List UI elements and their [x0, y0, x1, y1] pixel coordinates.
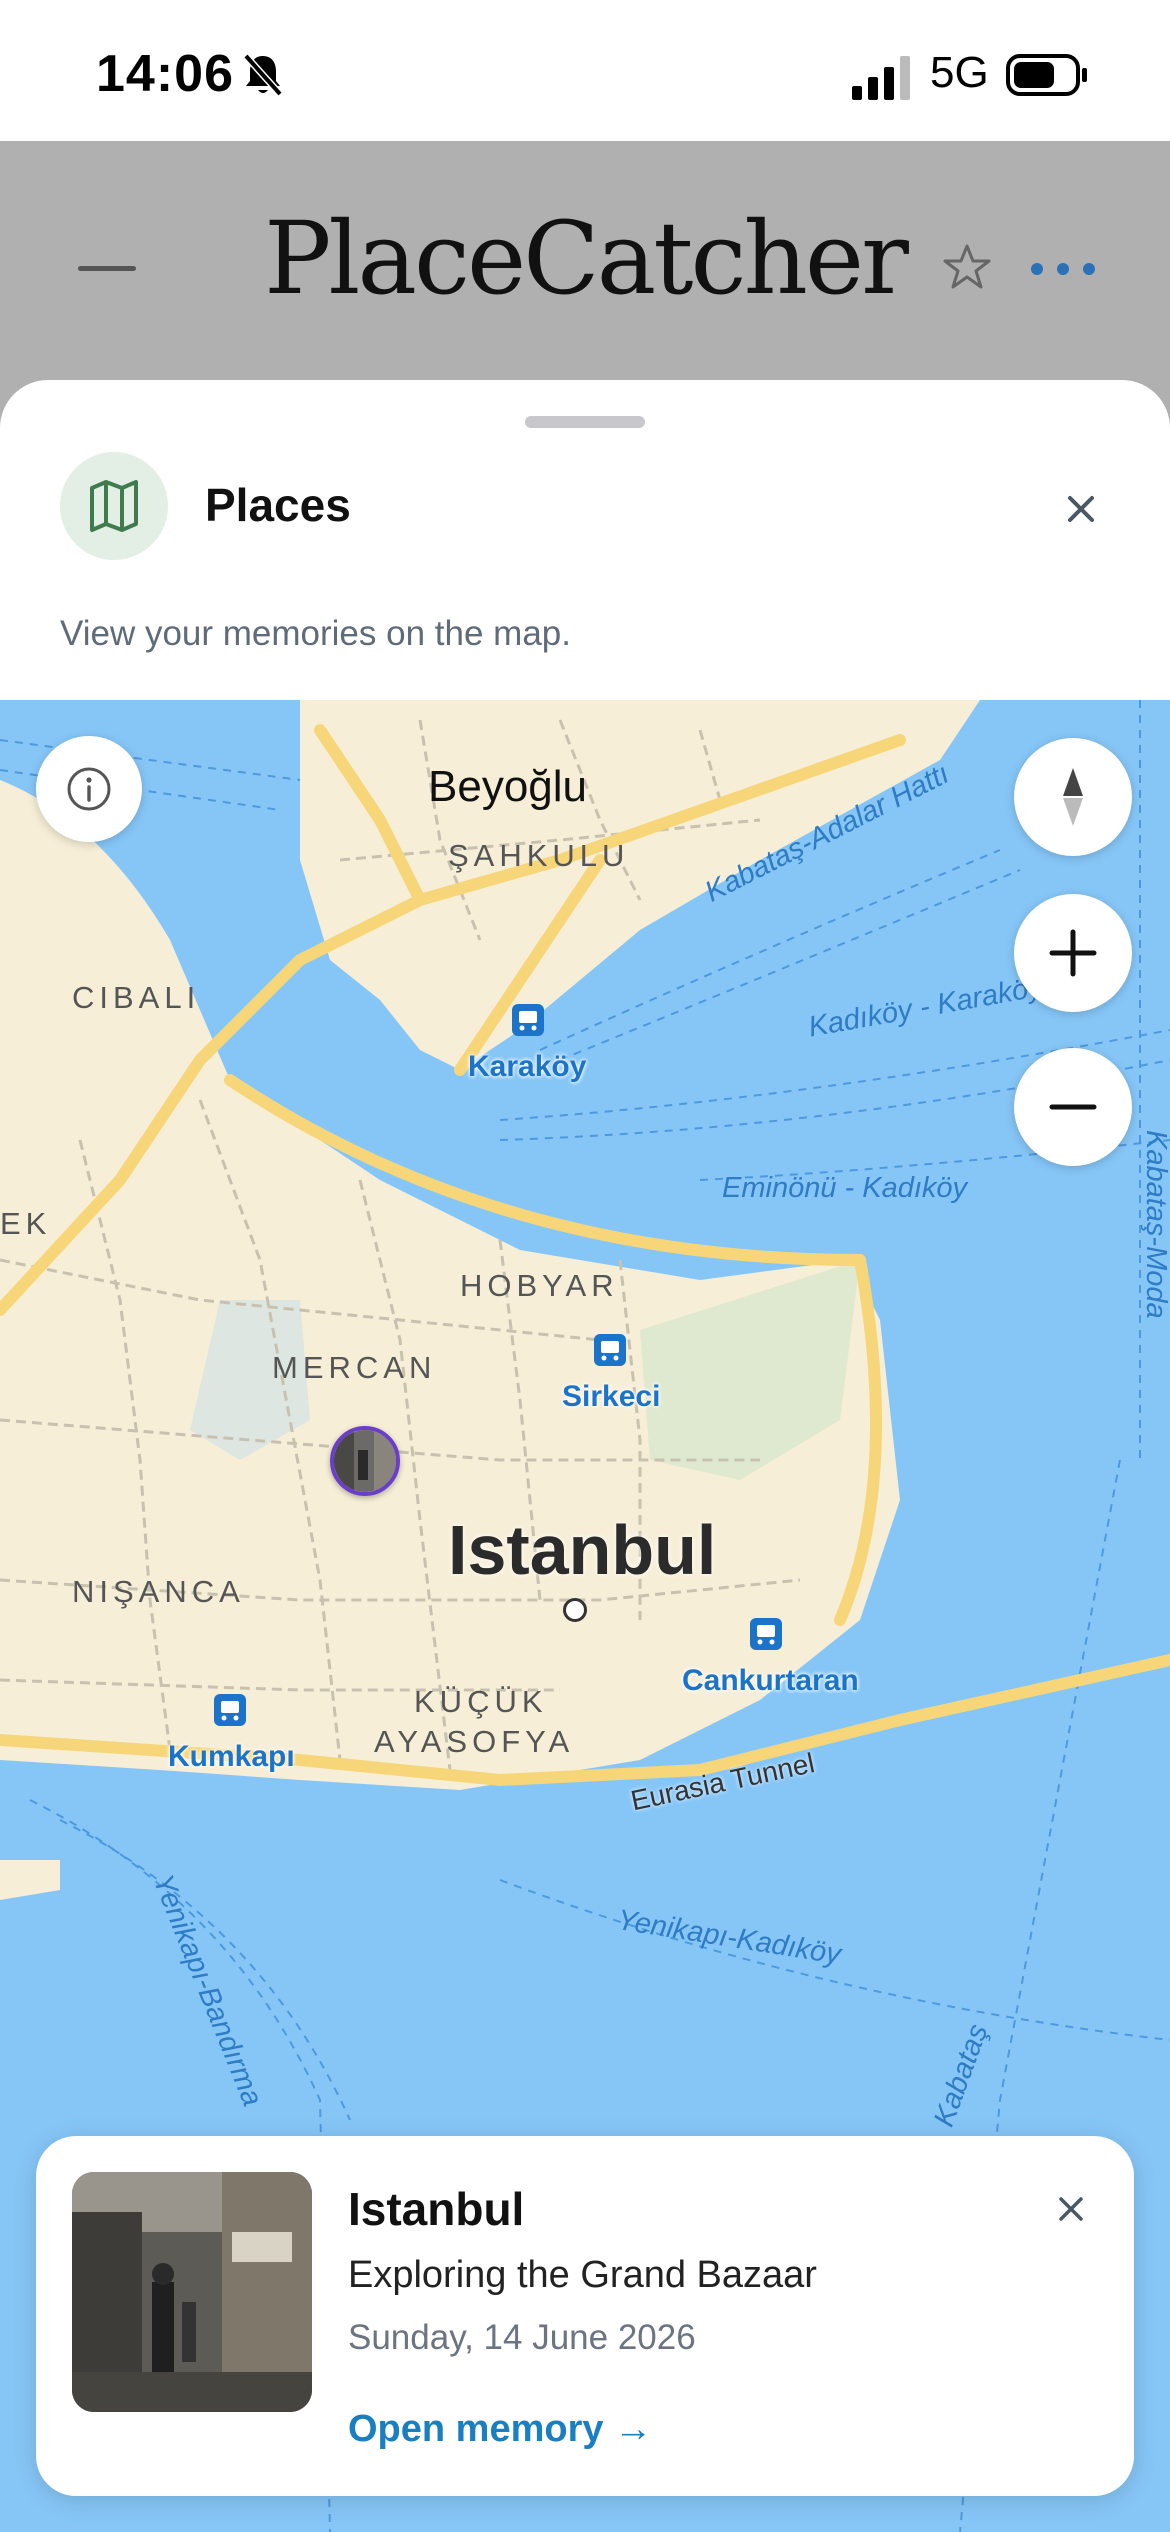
info-icon	[67, 767, 111, 811]
zoom-out-button[interactable]	[1014, 1048, 1132, 1166]
memory-card-title: Istanbul	[348, 2183, 525, 2235]
compass-icon	[1063, 768, 1083, 826]
sheet-grabber[interactable]	[525, 416, 645, 428]
close-icon[interactable]	[1052, 2190, 1090, 2228]
map-label-kumkapi: Kumkapı	[168, 1740, 295, 1773]
map-info-button[interactable]	[36, 736, 142, 842]
map-label-nisanca: NIŞANCA	[72, 1574, 245, 1609]
bell-muted-icon	[243, 53, 283, 97]
compass-button[interactable]	[1014, 738, 1132, 856]
station-icon	[748, 1616, 784, 1657]
network-type: 5G	[930, 48, 989, 97]
map-label-mercan: MERCAN	[272, 1350, 437, 1385]
memory-card-photo	[72, 2172, 312, 2412]
sheet-subtitle: View your memories on the map.	[60, 614, 571, 653]
station-icon	[212, 1692, 248, 1733]
map-label-hobyar: HOBYAR	[460, 1268, 619, 1303]
minus-icon	[1049, 1104, 1097, 1110]
memory-pin[interactable]	[330, 1426, 400, 1496]
map-label-city: Istanbul	[448, 1511, 717, 1589]
city-center-marker	[563, 1598, 587, 1622]
status-time: 14:06	[96, 45, 234, 103]
map-label-sirkeci: Sirkeci	[562, 1380, 661, 1413]
sheet-title: Places	[205, 479, 351, 531]
close-icon[interactable]	[1058, 486, 1104, 532]
app-title: PlaceCatcher	[264, 200, 909, 317]
station-icon	[592, 1332, 628, 1373]
map-label-ayasofya: AYASOFYA	[374, 1724, 575, 1759]
plus-icon	[1049, 929, 1097, 977]
open-memory-link[interactable]: Open memory →	[348, 2408, 652, 2451]
memory-card-description: Exploring the Grand Bazaar	[348, 2254, 817, 2296]
battery-icon	[1006, 54, 1087, 96]
route-label-eminonu-kadikoy: Eminönü - Kadıköy	[722, 1172, 968, 1204]
memory-photo-thumbnail	[334, 1430, 396, 1492]
map-label-cankurtaran: Cankurtaran	[682, 1664, 859, 1697]
map-label-ek: EK	[0, 1206, 52, 1241]
more-icon[interactable]	[1028, 254, 1098, 284]
map-label-karakoy: Karaköy	[468, 1050, 587, 1083]
station-icon	[510, 1002, 546, 1043]
star-icon[interactable]	[942, 242, 992, 292]
map-icon	[90, 480, 138, 532]
map-label-beyoglu: Beyoğlu	[428, 762, 588, 811]
zoom-in-button[interactable]	[1014, 894, 1132, 1012]
map-label-sahkulu: ŞAHKULU	[448, 838, 630, 873]
map-label-cibali: CIBALI	[72, 980, 201, 1015]
memory-card-date: Sunday, 14 June 2026	[348, 2318, 696, 2357]
map-label-kucuk: KÜÇÜK	[414, 1684, 548, 1719]
cellular-signal-icon	[852, 56, 910, 100]
places-icon-badge	[60, 452, 168, 560]
route-label-kabatas-moda: Kabataş-Moda	[1140, 1130, 1170, 1319]
memory-photo-image	[72, 2172, 312, 2412]
